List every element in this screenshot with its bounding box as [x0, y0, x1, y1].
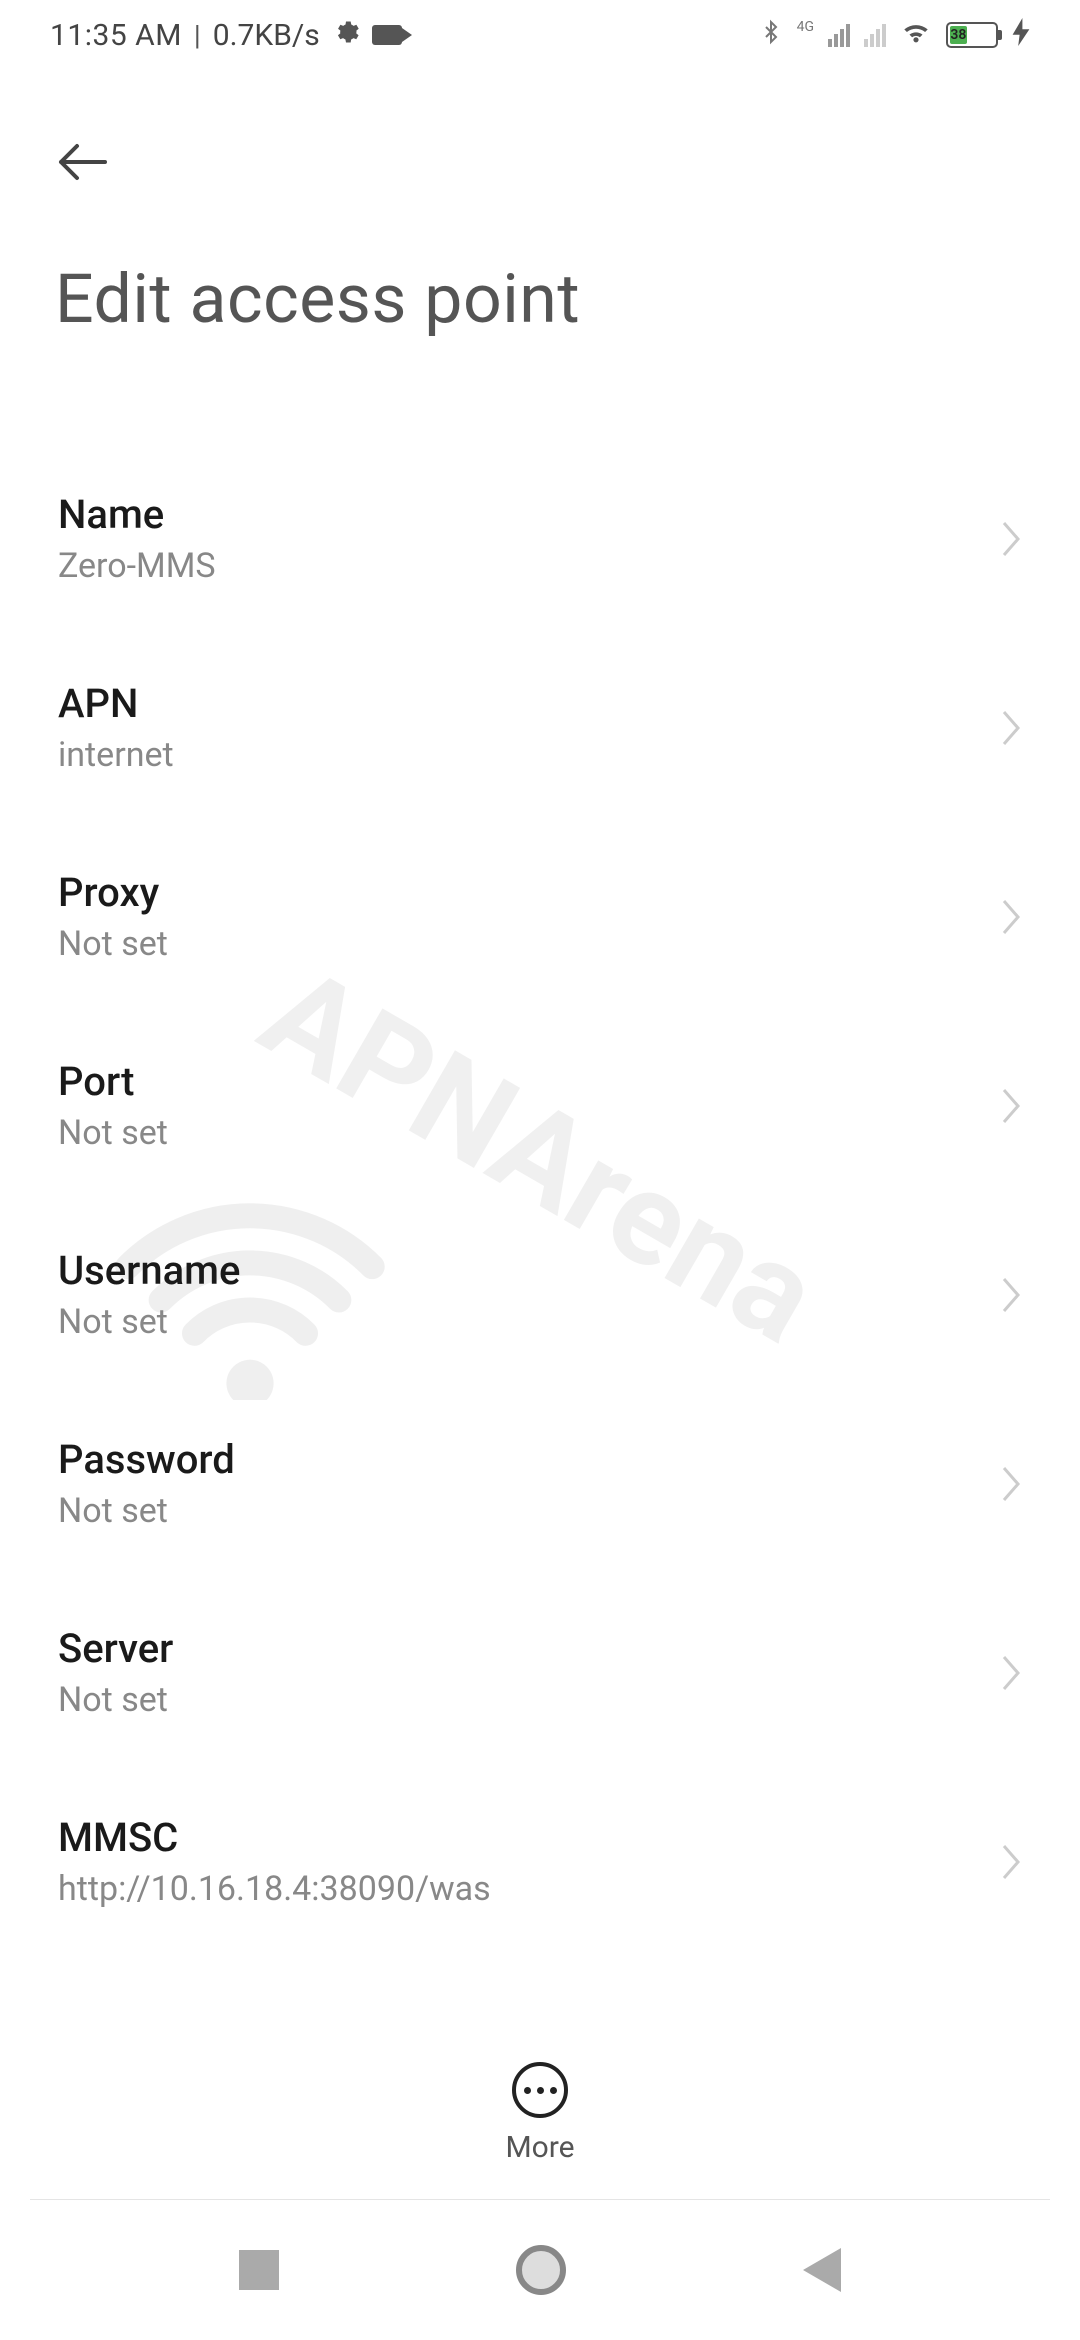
setting-label: Password	[58, 1436, 235, 1483]
settings-list: Name Zero-MMS APN internet Proxy Not set…	[0, 444, 1080, 1939]
list-fade-overlay	[0, 1970, 1080, 2030]
setting-label: MMSC	[58, 1814, 491, 1861]
setting-row-password[interactable]: Password Not set	[0, 1389, 1080, 1578]
setting-row-username[interactable]: Username Not set	[0, 1200, 1080, 1389]
back-button[interactable]	[55, 130, 119, 194]
setting-value: Not set	[58, 1680, 173, 1720]
dot-icon	[550, 2087, 557, 2094]
gear-icon	[332, 18, 360, 53]
status-bar: 11:35 AM | 0.7KB/s 4G 38	[0, 0, 1080, 70]
chevron-right-icon	[998, 1653, 1022, 1693]
charging-icon	[1012, 18, 1030, 52]
setting-value: internet	[58, 735, 174, 775]
setting-row-port[interactable]: Port Not set	[0, 1011, 1080, 1200]
setting-row-mmsc[interactable]: MMSC http://10.16.18.4:38090/was	[0, 1767, 1080, 1939]
system-nav-bar	[0, 2200, 1080, 2340]
status-separator: |	[194, 19, 201, 52]
status-time: 11:35 AM	[50, 18, 182, 53]
setting-value: Not set	[58, 1302, 240, 1342]
page-title: Edit access point	[55, 259, 1025, 339]
setting-value: http://10.16.18.4:38090/was	[58, 1869, 491, 1909]
nav-recents-button[interactable]	[239, 2250, 279, 2290]
nav-home-button[interactable]	[516, 2245, 566, 2295]
chevron-right-icon	[998, 1464, 1022, 1504]
dot-icon	[537, 2087, 544, 2094]
signal-bars-sim1-icon	[828, 23, 850, 47]
chevron-right-icon	[998, 1275, 1022, 1315]
setting-row-proxy[interactable]: Proxy Not set	[0, 822, 1080, 1011]
setting-row-name[interactable]: Name Zero-MMS	[0, 444, 1080, 633]
setting-value: Zero-MMS	[58, 546, 216, 586]
setting-label: Name	[58, 491, 216, 538]
network-type-label: 4G	[797, 19, 814, 35]
setting-label: Proxy	[58, 869, 168, 916]
nav-back-button[interactable]	[803, 2248, 841, 2292]
status-network-speed: 0.7KB/s	[213, 18, 320, 53]
bluetooth-icon	[759, 17, 783, 54]
setting-value: Not set	[58, 1491, 235, 1531]
battery-percent: 38	[950, 26, 967, 44]
setting-value: Not set	[58, 924, 168, 964]
camera-icon	[372, 25, 402, 45]
arrow-left-icon	[55, 142, 111, 182]
more-button[interactable]	[512, 2062, 568, 2118]
setting-value: Not set	[58, 1113, 168, 1153]
setting-row-apn[interactable]: APN internet	[0, 633, 1080, 822]
battery-indicator: 38	[946, 22, 998, 48]
chevron-right-icon	[998, 897, 1022, 937]
setting-row-server[interactable]: Server Not set	[0, 1578, 1080, 1767]
bottom-action-bar: More	[0, 2032, 1080, 2165]
setting-label: APN	[58, 680, 174, 727]
setting-label: Username	[58, 1247, 240, 1294]
wifi-icon	[900, 18, 932, 53]
signal-bars-sim2-icon	[864, 23, 886, 47]
chevron-right-icon	[998, 1842, 1022, 1882]
more-label: More	[505, 2130, 574, 2165]
header: Edit access point	[0, 70, 1080, 339]
setting-label: Port	[58, 1058, 168, 1105]
chevron-right-icon	[998, 519, 1022, 559]
setting-label: Server	[58, 1625, 173, 1672]
chevron-right-icon	[998, 708, 1022, 748]
dot-icon	[524, 2087, 531, 2094]
chevron-right-icon	[998, 1086, 1022, 1126]
